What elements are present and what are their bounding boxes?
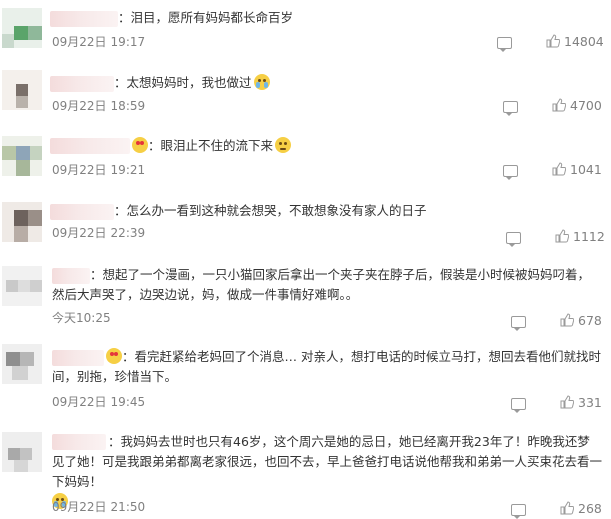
username[interactable] bbox=[50, 204, 114, 220]
comment-meta: 09月22日 22:39 bbox=[52, 224, 145, 241]
heart-eyes-icon bbox=[106, 348, 122, 364]
comment-icon[interactable] bbox=[511, 504, 526, 519]
comment-meta: 09月22日 18:59 bbox=[52, 97, 145, 114]
avatar[interactable] bbox=[2, 8, 42, 48]
comment-time: 10:25 bbox=[76, 311, 111, 325]
comment-date: 09月22日 bbox=[52, 226, 107, 240]
username[interactable] bbox=[50, 76, 114, 92]
thumbs-up-icon bbox=[552, 98, 566, 112]
avatar[interactable] bbox=[2, 432, 42, 472]
thumbs-up-icon bbox=[546, 34, 560, 48]
like-count: 14804 bbox=[564, 34, 604, 49]
thumbs-up-icon bbox=[555, 229, 569, 243]
comment-icon[interactable] bbox=[506, 232, 521, 247]
like-count: 1041 bbox=[570, 162, 602, 177]
comment-text: ：怎么办一看到这种就会想哭，不敢想象没有家人的日子 bbox=[114, 203, 427, 218]
comment-text: ：眼泪止不住的流下来 bbox=[130, 136, 292, 156]
comment-date: 09月22日 bbox=[52, 99, 107, 113]
comment-item: ：看完赶紧给老妈回了个消息… 对亲人，想打电话的时候立马打，想回去看他们就找时间… bbox=[0, 340, 611, 420]
avatar[interactable] bbox=[2, 266, 42, 306]
like-button[interactable]: 1112 bbox=[555, 229, 605, 245]
heart-eyes-icon bbox=[132, 137, 148, 153]
comment-time: 18:59 bbox=[110, 99, 146, 113]
comment-item: ：想起了一个漫画，一只小猫回家后拿出一个夹子夹在脖子后，假装是小时候被妈妈叼着，… bbox=[0, 258, 611, 334]
comment-meta: 09月22日 19:45 bbox=[52, 393, 145, 410]
thumbs-up-icon bbox=[560, 501, 574, 515]
comment-item: ：太想妈妈时，我也做过 09月22日 18:59 4700 bbox=[0, 64, 611, 124]
comment-text: ：泪目，愿所有妈妈都长命百岁 bbox=[118, 10, 294, 25]
like-count: 1112 bbox=[573, 229, 605, 244]
comment-icon[interactable] bbox=[503, 101, 518, 116]
comment-meta: 今天10:25 bbox=[52, 309, 111, 326]
username[interactable] bbox=[50, 138, 130, 154]
like-button[interactable]: 4700 bbox=[552, 98, 602, 114]
thumbs-up-icon bbox=[560, 313, 574, 327]
like-count: 331 bbox=[578, 395, 602, 410]
like-button[interactable]: 268 bbox=[560, 501, 602, 517]
avatar[interactable] bbox=[2, 136, 42, 176]
username[interactable] bbox=[50, 11, 118, 27]
comment-time: 19:21 bbox=[110, 163, 146, 177]
comment-time: 19:45 bbox=[110, 395, 146, 409]
comment-date: 09月22日 bbox=[52, 500, 107, 514]
comment-text: ：太想妈妈时，我也做过 bbox=[114, 73, 270, 93]
avatar[interactable] bbox=[2, 202, 42, 242]
like-button[interactable]: 678 bbox=[560, 313, 602, 329]
like-count: 268 bbox=[578, 501, 602, 516]
like-button[interactable]: 331 bbox=[560, 395, 602, 411]
comment-text-body: ：我妈妈去世时也只有46岁，这个周六是她的忌日，她已经离开我23年了！昨晚我还梦… bbox=[52, 434, 603, 489]
comment-icon[interactable] bbox=[503, 165, 518, 180]
comment-icon[interactable] bbox=[497, 37, 512, 52]
like-button[interactable]: 14804 bbox=[546, 34, 604, 50]
comment-date: 今天 bbox=[52, 311, 77, 325]
like-count: 4700 bbox=[570, 98, 602, 113]
comment-date: 09月22日 bbox=[52, 163, 107, 177]
comment-date: 09月22日 bbox=[52, 35, 107, 49]
comment-icon[interactable] bbox=[511, 398, 526, 413]
comment-time: 22:39 bbox=[110, 226, 146, 240]
comment-text-body: ：眼泪止不住的流下来 bbox=[148, 138, 274, 153]
crying-face-icon bbox=[253, 74, 270, 90]
comment-text: ：想起了一个漫画，一只小猫回家后拿出一个夹子夹在脖子后，假装是小时候被妈妈叼着，… bbox=[52, 267, 591, 302]
comment-text: ：看完赶紧给老妈回了个消息… 对亲人，想打电话的时候立马打，想回去看他们就找时间… bbox=[52, 347, 602, 387]
comment-time: 21:50 bbox=[110, 500, 146, 514]
like-button[interactable]: 1041 bbox=[552, 162, 602, 178]
comment-item: ：泪目，愿所有妈妈都长命百岁 09月22日 19:17 14804 bbox=[0, 0, 611, 60]
comment-icon[interactable] bbox=[511, 316, 526, 331]
like-count: 678 bbox=[578, 313, 602, 328]
thumbs-up-icon bbox=[552, 162, 566, 176]
comment-date: 09月22日 bbox=[52, 395, 107, 409]
pleading-face-icon bbox=[275, 137, 292, 153]
comment-text-body: ：太想妈妈时，我也做过 bbox=[114, 75, 252, 90]
thumbs-up-icon bbox=[560, 395, 574, 409]
avatar[interactable] bbox=[2, 70, 42, 110]
comment-time: 19:17 bbox=[110, 35, 146, 49]
comment-text-body: ：看完赶紧给老妈回了个消息… 对亲人，想打电话的时候立马打，想回去看他们就找时间… bbox=[52, 349, 601, 384]
comment-meta: 09月22日 19:21 bbox=[52, 161, 145, 178]
comment-item: ：我妈妈去世时也只有46岁，这个周六是她的忌日，她已经离开我23年了！昨晚我还梦… bbox=[0, 426, 611, 519]
comment-item: ：眼泪止不住的流下来 09月22日 19:21 1041 bbox=[0, 128, 611, 188]
comment-meta: 09月22日 21:50 bbox=[52, 498, 145, 515]
avatar[interactable] bbox=[2, 344, 42, 384]
comment-meta: 09月22日 19:17 bbox=[52, 33, 145, 50]
comment-item: ：怎么办一看到这种就会想哭，不敢想象没有家人的日子 09月22日 22:39 11… bbox=[0, 194, 611, 254]
